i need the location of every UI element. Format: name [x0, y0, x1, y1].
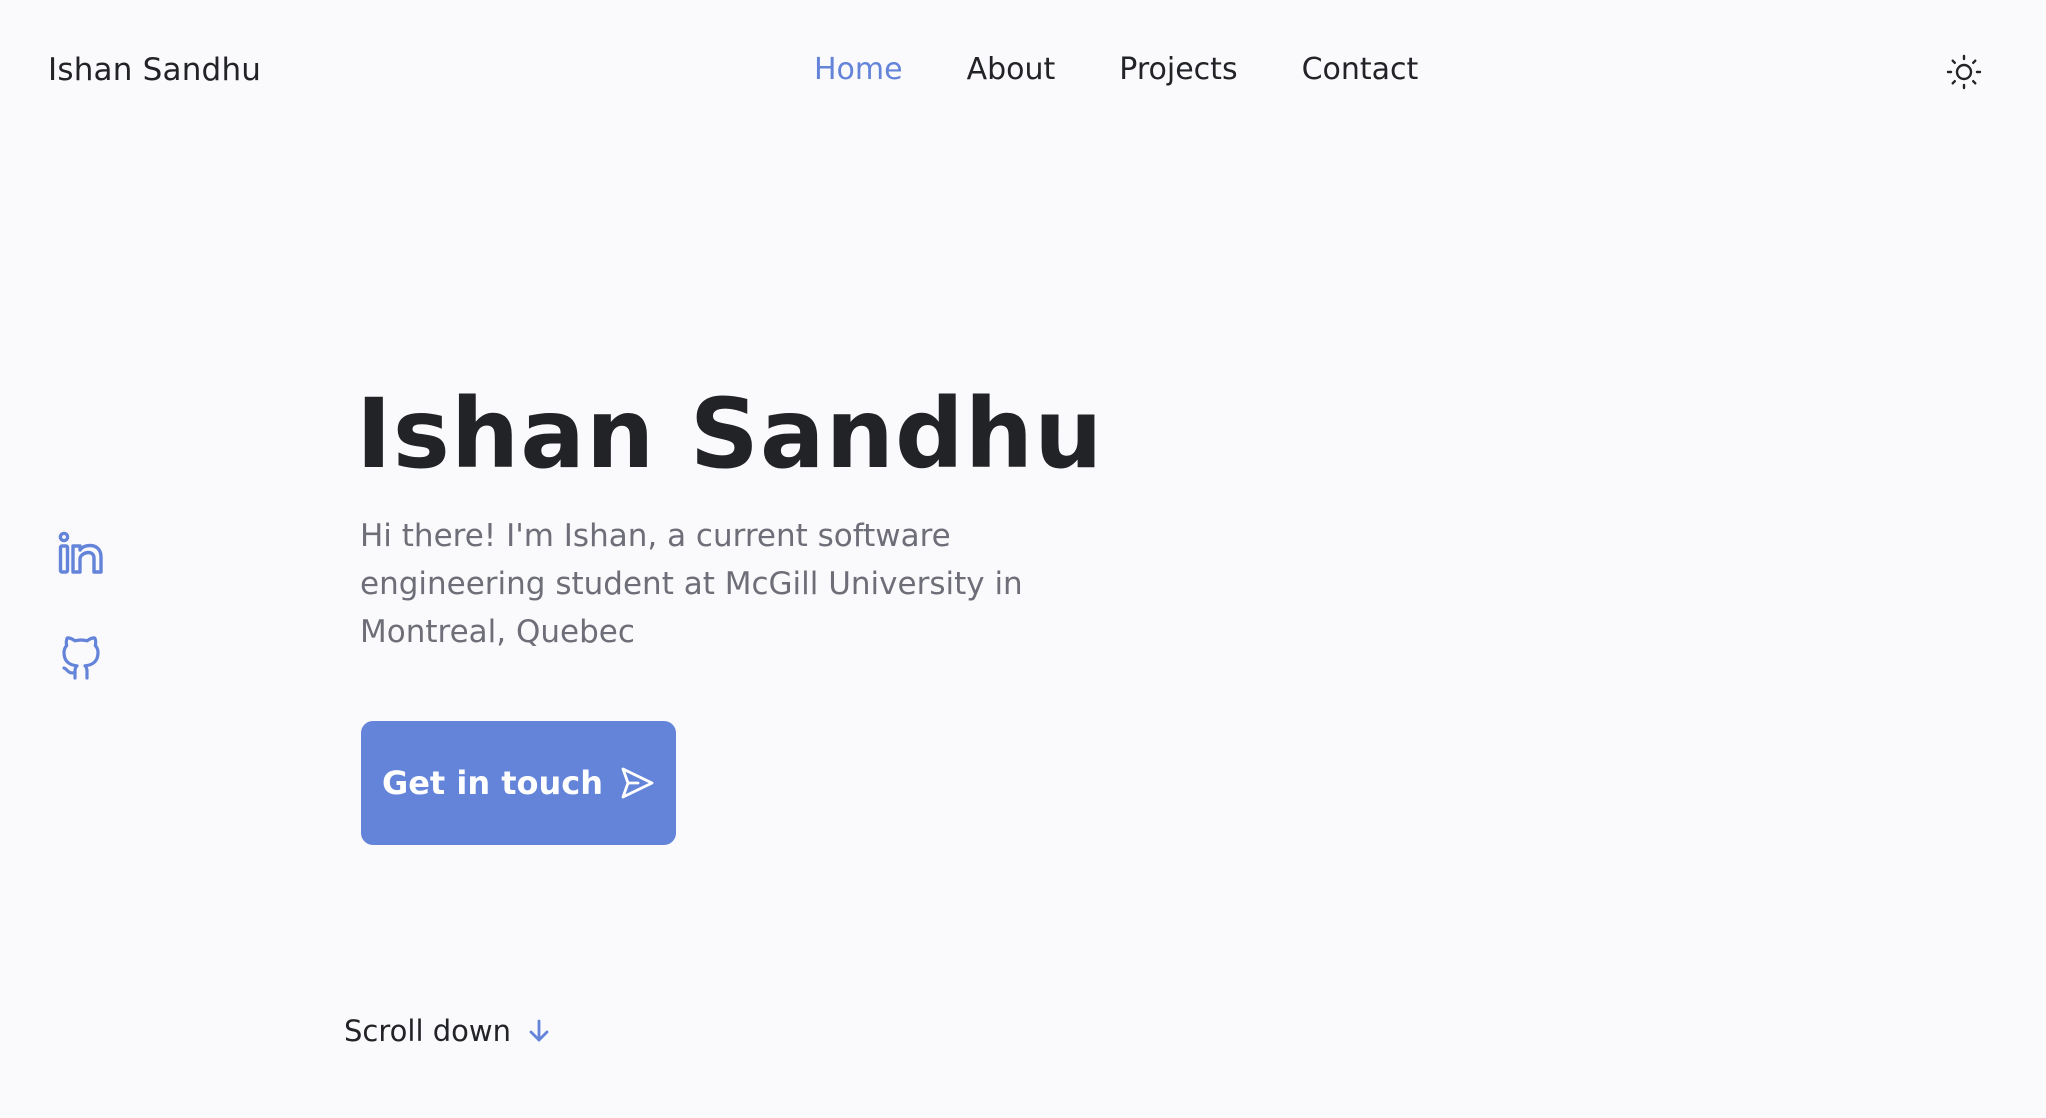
nav-link-projects[interactable]: Projects — [1119, 52, 1237, 87]
hero-title: Ishan Sandhu — [356, 378, 1104, 490]
site-header: Ishan Sandhu Home About Projects Contact — [0, 0, 2046, 144]
arrow-down-icon — [529, 1019, 549, 1042]
nav-link-home[interactable]: Home — [814, 52, 903, 87]
linkedin-icon[interactable] — [56, 528, 106, 578]
social-links — [56, 528, 106, 682]
scroll-down-label: Scroll down — [344, 1014, 511, 1048]
hero-description: Hi there! I'm Ishan, a current software … — [360, 518, 1023, 650]
site-brand[interactable]: Ishan Sandhu — [48, 52, 261, 88]
github-icon[interactable] — [56, 632, 106, 682]
cta-label: Get in touch — [381, 764, 604, 802]
scroll-down-link[interactable]: Scroll down — [344, 1014, 551, 1048]
sun-icon[interactable] — [1946, 54, 1982, 90]
nav-link-contact[interactable]: Contact — [1302, 52, 1419, 87]
nav-link-about[interactable]: About — [967, 52, 1056, 87]
send-icon — [621, 767, 654, 799]
main-nav: Home About Projects Contact — [814, 52, 1418, 87]
get-in-touch-button[interactable]: Get in touch — [361, 721, 676, 845]
